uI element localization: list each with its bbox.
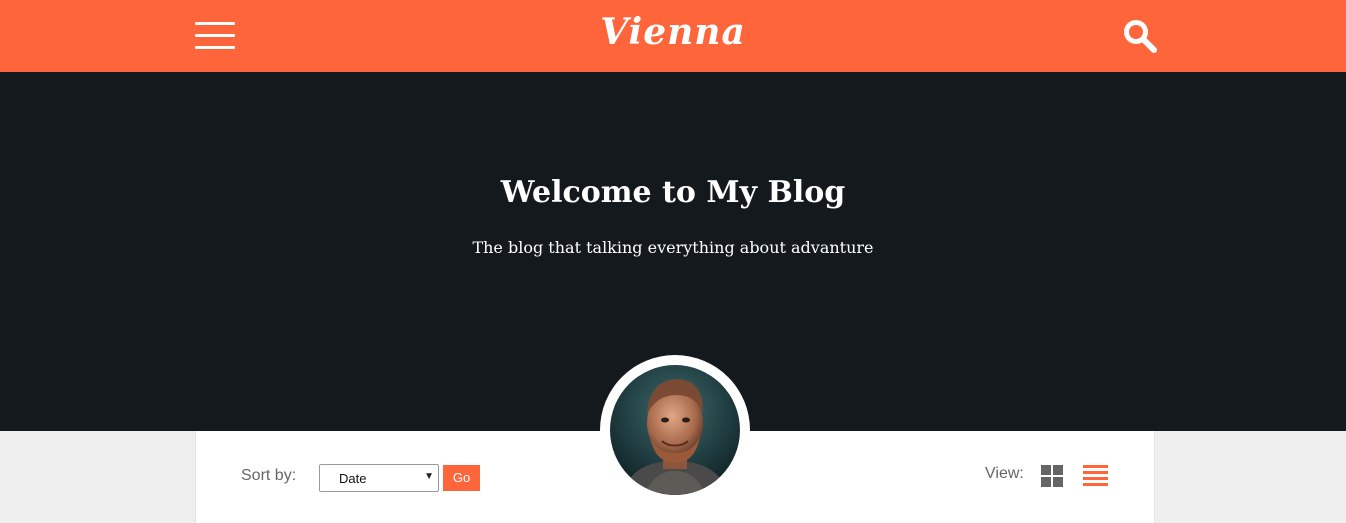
- grid-view-icon[interactable]: [1041, 465, 1063, 487]
- site-logo[interactable]: Vienna: [560, 11, 786, 53]
- go-button[interactable]: Go: [443, 465, 480, 491]
- top-navbar: Vienna: [0, 0, 1346, 72]
- view-label: View:: [985, 465, 1024, 482]
- list-view-icon[interactable]: [1083, 465, 1108, 487]
- hamburger-menu-icon[interactable]: [195, 22, 235, 50]
- avatar-frame: [600, 355, 750, 505]
- hero-title: Welcome to My Blog: [500, 175, 846, 210]
- hero-subtitle: The blog that talking everything about a…: [472, 238, 874, 257]
- sort-by-label: Sort by:: [241, 467, 297, 484]
- chevron-down-icon: ▼: [424, 471, 434, 482]
- search-icon[interactable]: [1122, 18, 1158, 54]
- sort-selected-value: Date: [339, 471, 367, 486]
- sort-select[interactable]: Date ▼: [319, 464, 439, 492]
- author-avatar[interactable]: [610, 365, 740, 495]
